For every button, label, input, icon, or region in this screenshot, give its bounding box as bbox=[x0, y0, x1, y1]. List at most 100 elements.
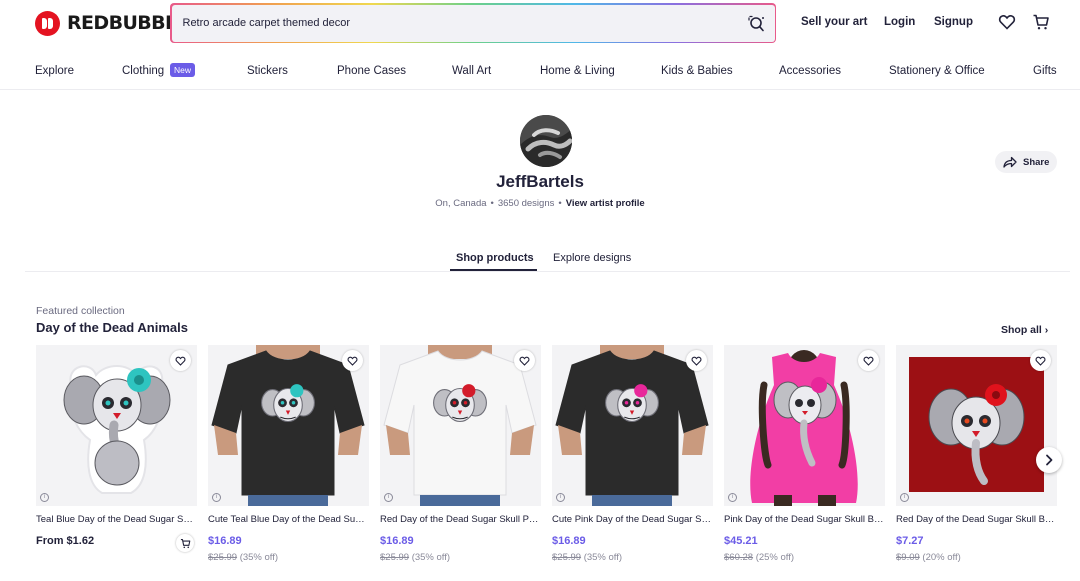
signup-link[interactable]: Signup bbox=[934, 16, 973, 28]
original-price: $25.99 bbox=[208, 552, 238, 563]
favorite-button[interactable] bbox=[1030, 350, 1051, 371]
search-icon[interactable] bbox=[747, 15, 765, 33]
new-badge: New bbox=[170, 63, 196, 77]
product-card[interactable]: i Cute Pink Day of the Dead Sugar Skull … bbox=[552, 345, 713, 577]
info-icon[interactable]: i bbox=[900, 493, 909, 502]
original-price: $25.99 bbox=[380, 552, 410, 563]
original-price: $25.99 bbox=[552, 552, 582, 563]
nav-stationery-office[interactable]: Stationery & Office bbox=[889, 65, 985, 77]
product-card[interactable]: i Pink Day of the Dead Sugar Skull Baby … bbox=[724, 345, 885, 577]
product-image[interactable]: i bbox=[896, 345, 1057, 506]
heart-icon bbox=[691, 356, 702, 366]
product-original-price: $25.99 (35% off) bbox=[208, 552, 278, 563]
product-title[interactable]: Red Day of the Dead Sugar Skull Baby Ele… bbox=[896, 514, 1057, 525]
discount-label: (35% off) bbox=[583, 552, 623, 563]
cart-icon[interactable] bbox=[1032, 13, 1050, 31]
info-icon[interactable]: i bbox=[212, 493, 221, 502]
search-bar bbox=[170, 3, 776, 43]
product-title[interactable]: Pink Day of the Dead Sugar Skull Baby El… bbox=[724, 514, 885, 525]
favorite-button[interactable] bbox=[686, 350, 707, 371]
nav-gifts[interactable]: Gifts bbox=[1033, 65, 1057, 77]
artist-name: JeffBartels bbox=[496, 172, 584, 191]
redbubble-logo-icon bbox=[35, 10, 60, 36]
product-original-price: $25.99 (35% off) bbox=[552, 552, 622, 563]
tab-shop-products[interactable]: Shop products bbox=[456, 252, 534, 264]
product-original-price: $9.09 (20% off) bbox=[896, 552, 961, 563]
chevron-right-icon bbox=[1046, 454, 1053, 466]
product-price: $45.21 bbox=[724, 535, 758, 547]
nav-wall-art[interactable]: Wall Art bbox=[452, 65, 491, 77]
nav-clothing[interactable]: Clothing bbox=[122, 65, 164, 77]
nav-accessories[interactable]: Accessories bbox=[779, 65, 841, 77]
product-price: $16.89 bbox=[552, 535, 586, 547]
carousel-next-button[interactable] bbox=[1036, 447, 1062, 473]
favorite-button[interactable] bbox=[514, 350, 535, 371]
heart-icon bbox=[863, 356, 874, 366]
nav-kids-babies[interactable]: Kids & Babies bbox=[661, 65, 733, 77]
discount-label: (20% off) bbox=[922, 552, 961, 563]
nav-home-living[interactable]: Home & Living bbox=[540, 65, 615, 77]
product-title[interactable]: Cute Pink Day of the Dead Sugar Skull Be… bbox=[552, 514, 713, 525]
view-artist-profile-link[interactable]: View artist profile bbox=[566, 198, 645, 209]
shop-all-link[interactable]: Shop all › bbox=[1001, 324, 1048, 336]
search-input[interactable] bbox=[182, 4, 723, 42]
product-original-price: $60.28 (25% off) bbox=[724, 552, 794, 563]
collection-title: Day of the Dead Animals bbox=[36, 320, 188, 335]
share-button[interactable]: Share bbox=[995, 151, 1057, 173]
discount-label: (35% off) bbox=[239, 552, 279, 563]
heart-icon bbox=[347, 356, 358, 366]
category-nav: Explore Clothing New Stickers Phone Case… bbox=[0, 46, 1080, 90]
product-card[interactable]: i Cute Teal Blue Day of the Dead Sugar S… bbox=[208, 345, 369, 577]
nav-stickers[interactable]: Stickers bbox=[247, 65, 288, 77]
product-title[interactable]: Teal Blue Day of the Dead Sugar Skull Ba… bbox=[36, 514, 197, 525]
heart-icon bbox=[1035, 356, 1046, 366]
favorite-button[interactable] bbox=[170, 350, 191, 371]
product-image[interactable]: i bbox=[36, 345, 197, 506]
redbubble-logo[interactable]: REDBUBBLE bbox=[35, 10, 190, 36]
info-icon[interactable]: i bbox=[40, 493, 49, 502]
product-price: $16.89 bbox=[208, 535, 242, 547]
info-icon[interactable]: i bbox=[384, 493, 393, 502]
artist-meta: On, Canada • 3650 designs • View artist prof… bbox=[435, 198, 645, 209]
share-label: Share bbox=[1023, 156, 1050, 168]
artist-location: On, Canada bbox=[435, 198, 487, 209]
product-card[interactable]: i Teal Blue Day of the Dead Sugar Skull … bbox=[36, 345, 197, 577]
heart-icon bbox=[175, 356, 186, 366]
chevron-right-icon: › bbox=[1044, 324, 1049, 336]
product-original-price: $25.99 (35% off) bbox=[380, 552, 450, 563]
artist-design-count: 3650 designs bbox=[497, 198, 555, 209]
product-price: $16.89 bbox=[380, 535, 414, 547]
product-title[interactable]: Red Day of the Dead Sugar Skull Panda bbox=[380, 514, 541, 525]
info-icon[interactable]: i bbox=[556, 493, 565, 502]
login-link[interactable]: Login bbox=[884, 16, 915, 28]
heart-icon[interactable] bbox=[998, 13, 1016, 31]
nav-phone-cases[interactable]: Phone Cases bbox=[337, 65, 406, 77]
discount-label: (35% off) bbox=[411, 552, 451, 563]
collection-kicker: Featured collection bbox=[36, 305, 125, 317]
product-image[interactable]: i bbox=[208, 345, 369, 506]
info-icon[interactable]: i bbox=[728, 493, 737, 502]
nav-explore[interactable]: Explore bbox=[35, 65, 74, 77]
original-price: $60.28 bbox=[724, 552, 754, 563]
original-price: $9.09 bbox=[896, 552, 920, 563]
avatar[interactable] bbox=[520, 115, 572, 167]
product-image[interactable]: i bbox=[552, 345, 713, 506]
product-price: $7.27 bbox=[896, 535, 924, 547]
heart-icon bbox=[519, 356, 530, 366]
product-card[interactable]: i Red Day of the Dead Sugar Skull Baby E… bbox=[896, 345, 1057, 577]
sell-your-art-link[interactable]: Sell your art bbox=[801, 16, 867, 28]
tabs-divider bbox=[25, 271, 1070, 272]
product-image[interactable]: i bbox=[724, 345, 885, 506]
add-to-cart-button[interactable] bbox=[176, 534, 194, 552]
product-price: From $1.62 bbox=[36, 535, 95, 547]
site-header: REDBUBBLE Sell your art Login Signup bbox=[0, 0, 1080, 46]
share-icon bbox=[1003, 156, 1017, 168]
favorite-button[interactable] bbox=[342, 350, 363, 371]
product-card[interactable]: i Red Day of the Dead Sugar Skull Panda … bbox=[380, 345, 541, 577]
product-image[interactable]: i bbox=[380, 345, 541, 506]
product-title[interactable]: Cute Teal Blue Day of the Dead Sugar Sku… bbox=[208, 514, 369, 525]
discount-label: (25% off) bbox=[755, 552, 795, 563]
tab-explore-designs[interactable]: Explore designs bbox=[553, 252, 631, 264]
favorite-button[interactable] bbox=[858, 350, 879, 371]
cart-plus-icon bbox=[180, 538, 190, 548]
